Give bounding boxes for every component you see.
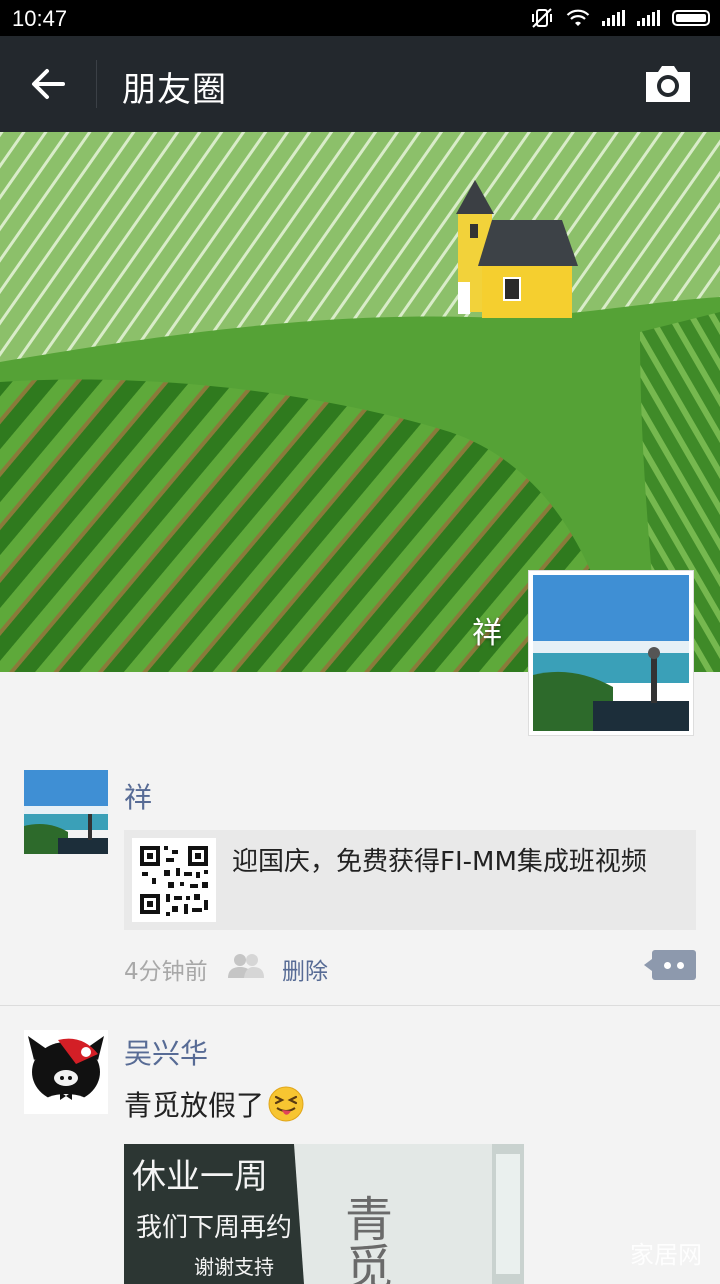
back-button[interactable] <box>18 58 78 110</box>
black-pig-avatar <box>24 1030 108 1114</box>
qr-code-thumbnail <box>132 838 216 922</box>
comment-menu-button[interactable] <box>644 950 696 980</box>
status-bar: 10:47 <box>0 0 720 36</box>
signal-icon-2 <box>637 10 660 26</box>
watermark: 家居网 <box>630 1241 702 1269</box>
more-dot-icon <box>664 962 671 969</box>
wifi-icon <box>566 9 590 26</box>
post-user-name[interactable]: 吴兴华 <box>124 1032 208 1072</box>
delete-button[interactable]: 删除 <box>282 952 328 986</box>
sea-view-photo <box>533 575 689 731</box>
post-user-name[interactable]: 祥 <box>124 776 152 816</box>
people-icon <box>228 954 264 978</box>
post-text: 青觅放假了 <box>124 1084 304 1124</box>
vibrate-off-icon <box>532 8 552 28</box>
moment-post: 祥 迎国庆，免费获得FI-MM集成班视频 4分钟前 删除 <box>0 760 720 1004</box>
closed-notice-photo: 休业一周 我们下周再约 谢谢支持 青觅 <box>124 1144 524 1284</box>
shared-link-card[interactable]: 迎国庆，免费获得FI-MM集成班视频 <box>124 830 696 930</box>
cover-avatar[interactable] <box>528 570 694 736</box>
title-bar: 朋友圈 <box>0 36 720 132</box>
board-text-line3: 谢谢支持 <box>194 1255 274 1279</box>
user-avatar[interactable] <box>24 1030 108 1114</box>
sea-view-avatar <box>24 770 108 854</box>
board-text-line1: 休业一周 <box>132 1157 268 1197</box>
board-text-line2: 我们下周再约 <box>136 1213 292 1243</box>
back-arrow-icon <box>32 69 65 99</box>
qr-code-icon <box>132 838 216 922</box>
status-time: 10:47 <box>12 6 68 31</box>
post-photo[interactable]: 休业一周 我们下周再约 谢谢支持 青觅 <box>124 1144 524 1284</box>
tongue-out-emoji-icon <box>268 1086 304 1122</box>
post-text-content: 青觅放假了 <box>124 1089 265 1122</box>
cover-user-name: 祥 <box>472 616 502 651</box>
camera-icon <box>646 66 690 102</box>
signal-icon <box>602 10 625 26</box>
title-divider <box>96 60 97 108</box>
status-icons <box>530 6 710 30</box>
moment-post: 吴兴华 青觅放假了 休业一周 我们下周再约 谢谢支持 青觅 <box>0 1005 720 1284</box>
more-dot-icon <box>677 962 684 969</box>
link-title: 迎国庆，免费获得FI-MM集成班视频 <box>232 847 647 877</box>
battery-icon <box>672 10 710 26</box>
post-time: 4分钟前 <box>124 959 208 985</box>
camera-button[interactable] <box>642 62 694 106</box>
user-avatar[interactable] <box>24 770 108 854</box>
wall-calligraphy: 青觅 <box>336 1194 392 1284</box>
page-title: 朋友圈 <box>122 70 227 110</box>
